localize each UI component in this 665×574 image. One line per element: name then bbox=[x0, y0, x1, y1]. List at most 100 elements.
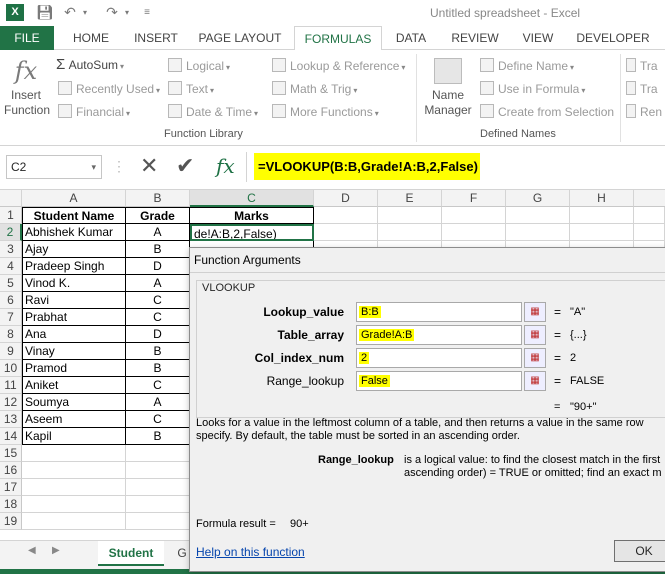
sheet-tab-student[interactable]: Student bbox=[98, 541, 164, 566]
arg-input[interactable]: Grade!A:B bbox=[356, 325, 522, 345]
cell-b[interactable]: D bbox=[126, 326, 190, 343]
column-header-b[interactable]: B bbox=[126, 190, 190, 207]
row-header[interactable]: 19 bbox=[0, 513, 22, 530]
undo-icon[interactable]: ↶ bbox=[62, 4, 78, 21]
row-header[interactable]: 15 bbox=[0, 445, 22, 462]
arg-input[interactable]: False bbox=[356, 371, 522, 391]
name-box[interactable]: C2 ▾ bbox=[6, 155, 102, 179]
cell-a[interactable]: Soumya bbox=[22, 394, 126, 411]
cell-a[interactable]: Ajay bbox=[22, 241, 126, 258]
row-header[interactable]: 10 bbox=[0, 360, 22, 377]
cell-a[interactable]: Vinay bbox=[22, 343, 126, 360]
cell-a[interactable] bbox=[22, 462, 126, 479]
column-header-a[interactable]: A bbox=[22, 190, 126, 207]
cell-empty[interactable] bbox=[314, 207, 378, 224]
tab-page-layout[interactable]: PAGE LAYOUT bbox=[194, 26, 286, 50]
column-header-c[interactable]: C bbox=[190, 190, 314, 207]
cell-b[interactable]: A bbox=[126, 394, 190, 411]
ok-button[interactable]: OK bbox=[614, 540, 665, 562]
logical-button[interactable]: Logical ▾ bbox=[168, 58, 230, 73]
cell-b[interactable] bbox=[126, 462, 190, 479]
row-header[interactable]: 7 bbox=[0, 309, 22, 326]
save-icon[interactable]: 💾︎ bbox=[36, 4, 54, 21]
cell-empty[interactable] bbox=[442, 224, 506, 241]
enter-check-icon[interactable]: ✔ bbox=[176, 152, 194, 180]
next-sheet-icon[interactable]: ▶ bbox=[52, 545, 60, 556]
tab-review[interactable]: REVIEW bbox=[446, 26, 504, 50]
tab-formulas[interactable]: FORMULAS bbox=[294, 26, 382, 51]
row-header[interactable]: 18 bbox=[0, 496, 22, 513]
collapse-dialog-icon[interactable]: ▦ bbox=[524, 348, 546, 368]
trace-precedents-button[interactable]: Tra bbox=[626, 58, 658, 73]
cell-b[interactable] bbox=[126, 445, 190, 462]
cell-b[interactable]: B bbox=[126, 428, 190, 445]
row-header[interactable]: 13 bbox=[0, 411, 22, 428]
cancel-icon[interactable]: ✕ bbox=[140, 152, 158, 180]
cell-empty[interactable] bbox=[570, 207, 634, 224]
remove-arrows-button[interactable]: Ren bbox=[626, 104, 662, 119]
collapse-dialog-icon[interactable]: ▦ bbox=[524, 302, 546, 322]
recently-used-button[interactable]: Recently Used ▾ bbox=[58, 81, 160, 96]
cell-b[interactable]: C bbox=[126, 292, 190, 309]
cell-b[interactable] bbox=[126, 479, 190, 496]
cell-a[interactable]: Aniket bbox=[22, 377, 126, 394]
insert-function-fx-icon[interactable]: fx bbox=[216, 152, 235, 180]
row-header[interactable]: 11 bbox=[0, 377, 22, 394]
financial-button[interactable]: Financial ▾ bbox=[58, 104, 130, 119]
cell-a[interactable]: Student Name bbox=[22, 207, 126, 224]
cell-b[interactable]: Grade bbox=[126, 207, 190, 224]
cell-empty[interactable] bbox=[570, 224, 634, 241]
cell-a[interactable]: Kapil bbox=[22, 428, 126, 445]
column-header-d[interactable]: D bbox=[314, 190, 378, 207]
cell-a[interactable] bbox=[22, 513, 126, 530]
row-header[interactable]: 9 bbox=[0, 343, 22, 360]
cell-a[interactable]: Pradeep Singh bbox=[22, 258, 126, 275]
cell-b[interactable] bbox=[126, 513, 190, 530]
row-header[interactable]: 8 bbox=[0, 326, 22, 343]
cell-a[interactable]: Abhishek Kumar bbox=[22, 224, 126, 241]
cell-a[interactable]: Aseem bbox=[22, 411, 126, 428]
row-header[interactable]: 17 bbox=[0, 479, 22, 496]
help-link[interactable]: Help on this function bbox=[196, 545, 305, 559]
autosum-button[interactable]: Σ AutoSum ▾ bbox=[56, 56, 124, 73]
tab-data[interactable]: DATA bbox=[388, 26, 434, 50]
use-in-formula-button[interactable]: Use in Formula ▾ bbox=[480, 81, 585, 96]
cell-empty[interactable] bbox=[506, 207, 570, 224]
cell-b[interactable]: B bbox=[126, 360, 190, 377]
arg-input[interactable]: 2 bbox=[356, 348, 522, 368]
row-header[interactable]: 4 bbox=[0, 258, 22, 275]
active-cell-c2[interactable]: de!A:B,2,False) bbox=[190, 224, 314, 241]
cell-empty[interactable] bbox=[506, 224, 570, 241]
collapse-dialog-icon[interactable]: ▦ bbox=[524, 325, 546, 345]
row-header[interactable]: 3 bbox=[0, 241, 22, 258]
prev-sheet-icon[interactable]: ◀ bbox=[28, 545, 36, 556]
chevron-down-icon[interactable]: ▾ bbox=[91, 156, 96, 178]
date-time-button[interactable]: Date & Time ▾ bbox=[168, 104, 258, 119]
cell-empty[interactable] bbox=[314, 224, 378, 241]
trace-dependents-button[interactable]: Tra bbox=[626, 81, 658, 96]
row-header[interactable]: 5 bbox=[0, 275, 22, 292]
tab-insert[interactable]: INSERT bbox=[126, 26, 186, 50]
column-header-g[interactable]: G bbox=[506, 190, 570, 207]
redo-dropdown-icon[interactable]: ▾ bbox=[122, 4, 132, 21]
more-functions-button[interactable]: More Functions ▾ bbox=[272, 104, 379, 119]
tab-view[interactable]: VIEW bbox=[516, 26, 560, 50]
define-name-button[interactable]: Define Name ▾ bbox=[480, 58, 574, 73]
row-header[interactable]: 12 bbox=[0, 394, 22, 411]
cell-a[interactable] bbox=[22, 496, 126, 513]
formula-input[interactable]: =VLOOKUP(B:B,Grade!A:B,2,False) bbox=[254, 153, 480, 180]
column-header-e[interactable]: E bbox=[378, 190, 442, 207]
row-header[interactable]: 6 bbox=[0, 292, 22, 309]
cell-b[interactable]: C bbox=[126, 309, 190, 326]
tab-developer[interactable]: DEVELOPER bbox=[574, 26, 652, 50]
math-trig-button[interactable]: Math & Trig ▾ bbox=[272, 81, 357, 96]
row-header[interactable]: 1 bbox=[0, 207, 22, 224]
row-header[interactable]: 16 bbox=[0, 462, 22, 479]
name-manager-button[interactable]: Name Manager bbox=[422, 58, 474, 118]
cell-c[interactable]: Marks bbox=[190, 207, 314, 224]
cell-a[interactable]: Pramod bbox=[22, 360, 126, 377]
cell-b[interactable]: B bbox=[126, 343, 190, 360]
column-header-f[interactable]: F bbox=[442, 190, 506, 207]
cell-b[interactable]: C bbox=[126, 411, 190, 428]
cell-empty[interactable] bbox=[442, 207, 506, 224]
